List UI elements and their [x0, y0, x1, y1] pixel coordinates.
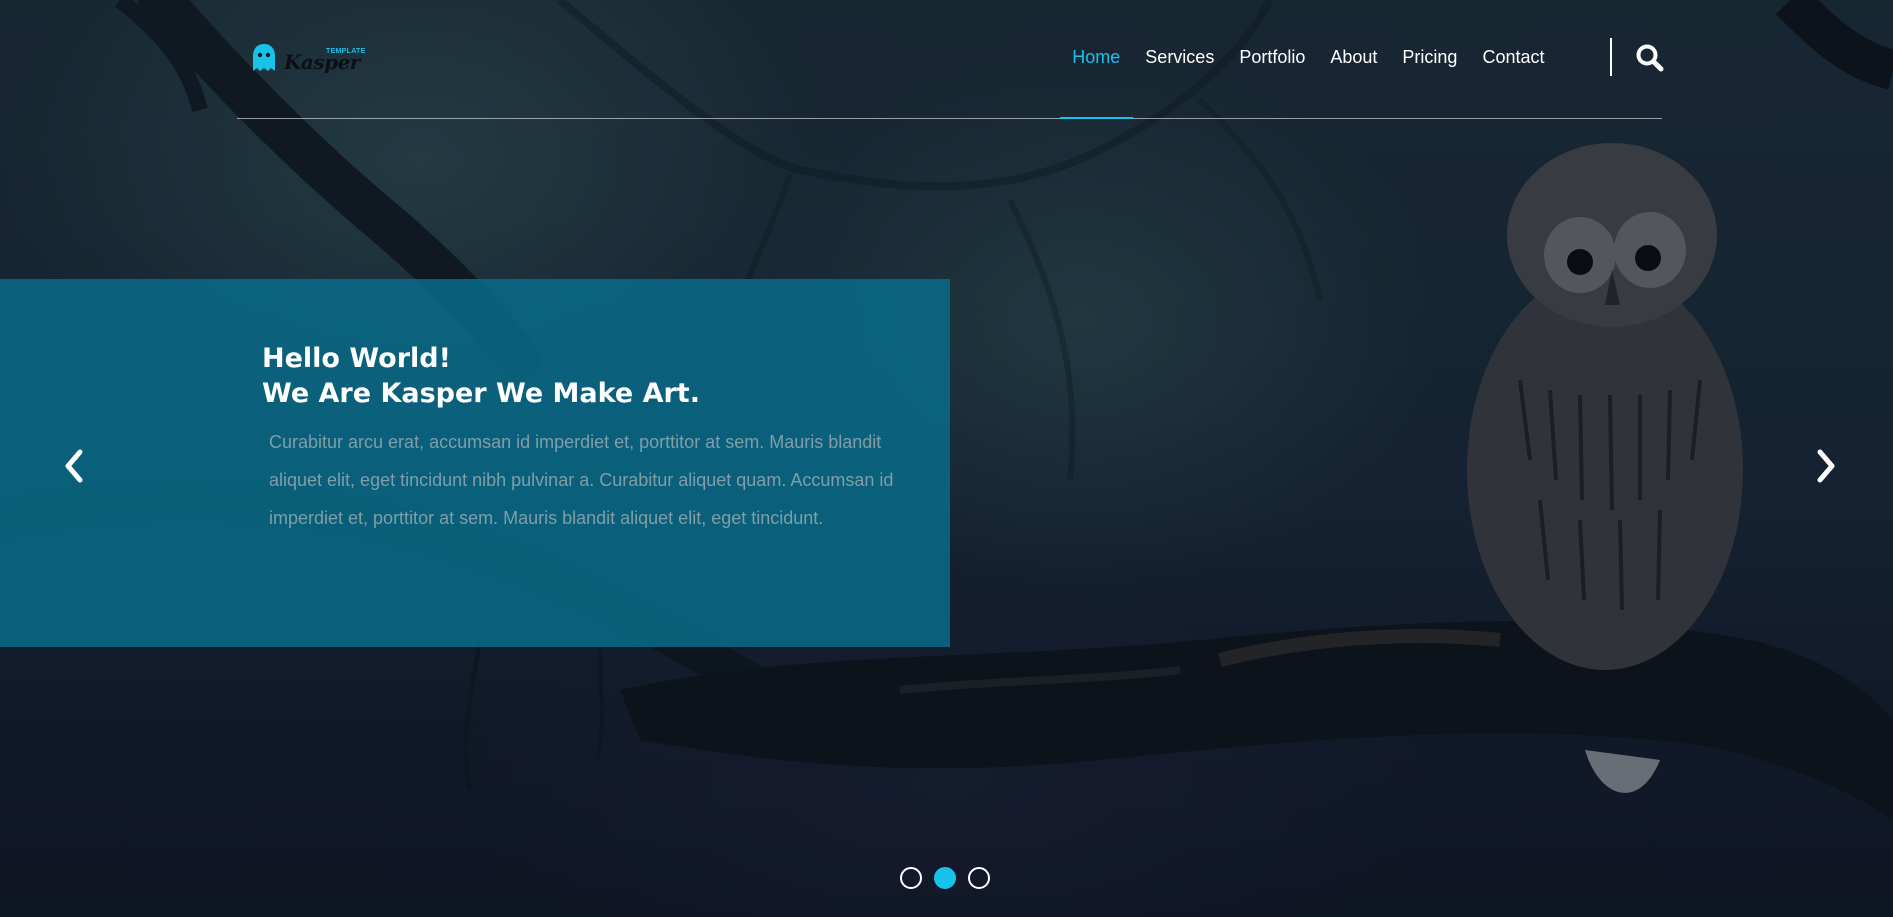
chevron-left-icon	[65, 449, 83, 483]
search-icon	[1636, 44, 1664, 72]
nav-item-pricing[interactable]: Pricing	[1390, 0, 1470, 118]
nav-divider	[1610, 38, 1612, 76]
slider-prev-button[interactable]	[60, 448, 90, 484]
slider-bullet-2[interactable]	[934, 867, 956, 889]
logo-text: Kasper	[284, 50, 360, 74]
chevron-right-icon	[1817, 449, 1835, 483]
nav-item-home[interactable]: Home	[1059, 0, 1133, 119]
hero-title-line-1: Hello World!	[262, 343, 451, 374]
hero-section: TEMPLATE Kasper Home Services Portfolio …	[0, 0, 1893, 917]
slider-bullet-3[interactable]	[968, 867, 990, 889]
slider-next-button[interactable]	[1810, 448, 1840, 484]
search-button[interactable]	[1635, 43, 1665, 73]
nav-item-services[interactable]: Services	[1133, 0, 1227, 118]
main-nav: Home Services Portfolio About Pricing Co…	[1059, 0, 1557, 119]
hero-description: Curabitur arcu erat, accumsan id imperdi…	[269, 432, 894, 528]
ghost-icon	[253, 44, 275, 71]
hero-text-panel: Hello World! We Are Kasper We Make Art. …	[0, 279, 950, 647]
logo[interactable]: TEMPLATE Kasper	[251, 40, 365, 76]
nav-item-contact[interactable]: Contact	[1470, 0, 1557, 118]
slider-bullets	[900, 867, 990, 889]
site-header: TEMPLATE Kasper Home Services Portfolio …	[237, 0, 1665, 119]
hero-title: Hello World! We Are Kasper We Make Art.	[262, 341, 922, 411]
nav-item-portfolio[interactable]: Portfolio	[1227, 0, 1318, 118]
slider-bullet-1[interactable]	[900, 867, 922, 889]
hero-title-line-2: We Are Kasper We Make Art.	[262, 378, 700, 409]
nav-item-about[interactable]: About	[1318, 0, 1390, 118]
